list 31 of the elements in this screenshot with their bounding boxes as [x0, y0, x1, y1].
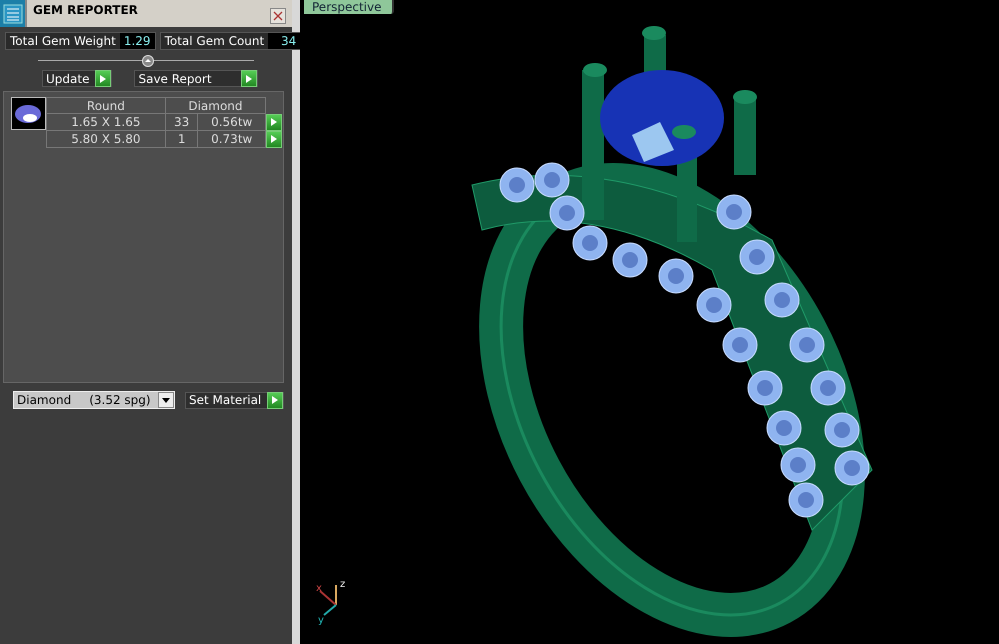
table-cell: 1 — [165, 130, 198, 148]
table-cell: 5.80 X 5.80 — [46, 130, 166, 148]
material-dropdown[interactable]: Diamond (3.52 spg) — [13, 391, 175, 409]
table-cell: 33 — [165, 114, 198, 130]
table-cell: 1.65 X 1.65 — [46, 114, 166, 130]
close-icon[interactable] — [270, 8, 286, 24]
table-cell: 0.56tw — [198, 114, 266, 130]
play-icon[interactable] — [266, 130, 282, 148]
set-material-button[interactable]: Set Material — [185, 392, 284, 408]
play-icon[interactable] — [241, 70, 258, 87]
play-icon[interactable] — [266, 114, 282, 130]
save-report-button[interactable]: Save Report — [134, 70, 258, 87]
report-icon — [0, 0, 25, 27]
gem-icon — [11, 97, 46, 130]
total-value: 1.29 — [120, 33, 155, 49]
update-button[interactable]: Update — [42, 70, 112, 87]
table-cell: 0.73tw — [198, 130, 266, 148]
caret-up-icon — [145, 59, 151, 62]
total-value: 34 — [268, 33, 300, 49]
total-label: Total Gem Count — [164, 33, 266, 49]
play-icon[interactable] — [267, 392, 284, 408]
panel-title: GEM REPORTER — [33, 3, 139, 17]
total-label: Total Gem Weight — [9, 33, 117, 49]
column-header: Diamond — [165, 98, 266, 114]
viewport-tab[interactable]: Perspective — [304, 0, 394, 14]
collapse-button[interactable] — [142, 55, 154, 67]
play-icon[interactable] — [95, 70, 112, 87]
material-name: Diamond — [17, 393, 72, 407]
column-header: Round — [46, 98, 166, 114]
axis-gizmo-drawing: x z y — [316, 579, 346, 625]
material-density: (3.52 spg) — [89, 393, 151, 407]
